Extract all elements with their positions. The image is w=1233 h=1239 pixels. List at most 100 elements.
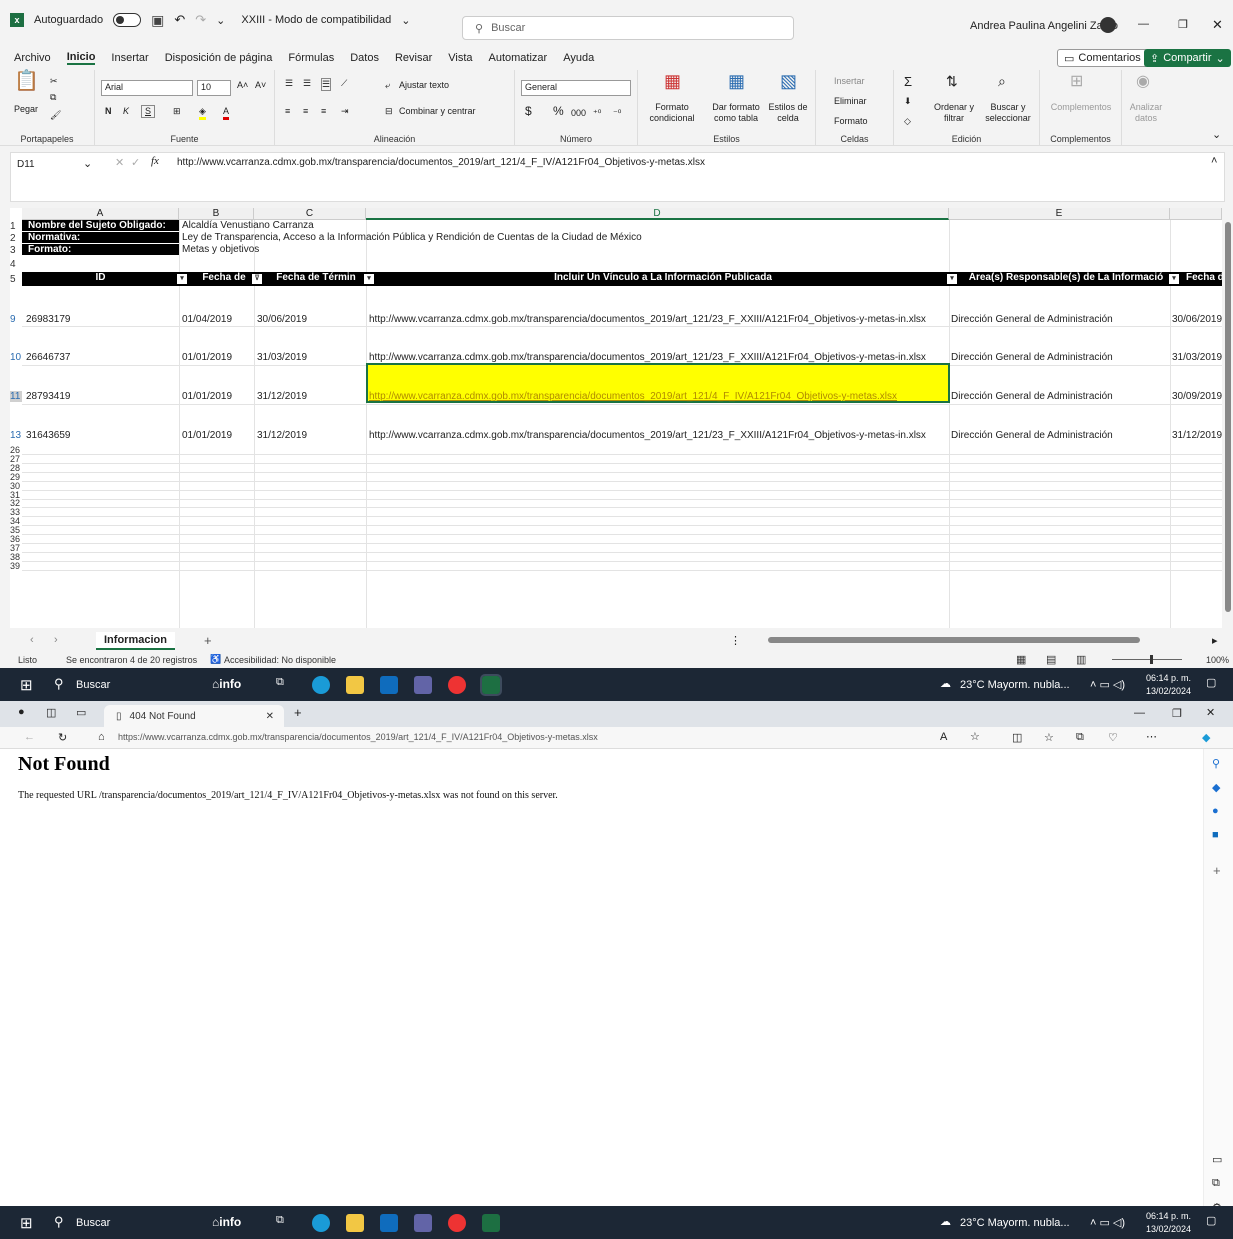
redo-icon[interactable]: ↷ (195, 12, 206, 28)
font-size-select[interactable]: 10 (197, 80, 231, 96)
taskbar-search[interactable]: Buscar (76, 679, 110, 691)
underline-icon[interactable]: S (141, 105, 156, 118)
browser-tab[interactable]: ▯ 404 Not Found ✕ (104, 705, 284, 727)
close-tab-icon[interactable]: ✕ (266, 711, 274, 722)
sheet-tab-informacion[interactable]: Informacion (96, 632, 175, 650)
sort-filter-button[interactable]: Ordenar y filtrar (932, 102, 976, 124)
save-icon[interactable]: ▣ (151, 12, 164, 29)
weather-text[interactable]: 23°C Mayorm. nubla... (960, 1217, 1070, 1229)
excel-icon[interactable] (480, 674, 502, 696)
cell-fecha-act[interactable]: 31/03/2019 (1172, 352, 1222, 363)
profile-icon[interactable]: ● (18, 706, 25, 718)
outlook-icon[interactable] (380, 676, 398, 694)
info-value[interactable]: Alcaldía Venustiano Carranza (182, 220, 314, 231)
taskbar-search[interactable]: Buscar (76, 1217, 110, 1229)
notifications-icon[interactable]: ▢ (1206, 676, 1216, 689)
paste-label[interactable]: Pegar (14, 104, 38, 115)
paste-icon[interactable]: 📋 (14, 71, 39, 91)
copy-icon[interactable]: ⧉ (50, 92, 56, 103)
edge-icon[interactable] (312, 676, 330, 694)
info-value[interactable]: Metas y objetivos (182, 244, 259, 255)
sort-filter-icon[interactable]: ⇅ (946, 74, 958, 88)
weather-icon[interactable]: ☁ (940, 677, 951, 690)
tab-datos[interactable]: Datos (350, 52, 379, 64)
restore-icon[interactable]: ❐ (1172, 707, 1182, 720)
cell-area[interactable]: Dirección General de Administración (951, 352, 1113, 363)
col-header-f[interactable] (1170, 208, 1222, 220)
tools-icon[interactable]: ● (1212, 805, 1219, 817)
header-area[interactable]: Área(s) Responsable(s) de La Informació (961, 272, 1171, 283)
scroll-right-icon[interactable]: ▸ (1212, 634, 1218, 647)
cell-fecha-act[interactable]: 30/06/2019 (1172, 314, 1222, 325)
addins-icon[interactable]: ⊞ (1070, 74, 1083, 90)
zoom-slider-thumb[interactable] (1150, 655, 1153, 664)
teams-icon[interactable] (414, 1214, 432, 1232)
scroll-thumb[interactable] (1225, 222, 1231, 612)
row-number[interactable]: 11 (10, 391, 22, 402)
expand-formula-icon[interactable]: ˄ (1211, 155, 1217, 167)
cell-area[interactable]: Dirección General de Administración (951, 314, 1113, 325)
align-right-icon[interactable]: ≡ (321, 106, 326, 117)
clock-date[interactable]: 13/02/2024 (1146, 686, 1191, 696)
info-label[interactable]: Formato: (22, 244, 179, 255)
close-icon[interactable]: ✕ (1212, 17, 1223, 33)
collapse-ribbon-icon[interactable]: ⌄ (1212, 128, 1221, 141)
orientation-icon[interactable]: ⟋ (341, 78, 347, 89)
shopping-icon[interactable]: ◆ (1212, 781, 1220, 794)
split-screen-icon[interactable]: ◫ (1012, 731, 1022, 744)
search-icon[interactable]: ⚲ (1212, 757, 1220, 770)
tray-icons[interactable]: ˄ ▭ ◁) (1090, 1216, 1125, 1229)
decrease-decimal-icon[interactable]: ⁻⁰ (613, 108, 621, 119)
teams-icon[interactable] (414, 676, 432, 694)
windows-start-icon[interactable]: ⊞ (20, 676, 33, 694)
info-app-icon[interactable]: ⌂info (212, 677, 241, 691)
percent-icon[interactable]: % (553, 105, 564, 117)
prev-sheet-icon[interactable]: ‹ (30, 634, 34, 646)
align-center-icon[interactable]: ≡ (303, 106, 308, 117)
customize-qat-icon[interactable]: ⌄ (216, 14, 225, 27)
font-select[interactable]: Arial (101, 80, 193, 96)
undo-icon[interactable]: ↶ (174, 12, 185, 28)
font-color-icon[interactable]: A (223, 106, 230, 120)
chrome-icon[interactable] (448, 676, 466, 694)
next-sheet-icon[interactable]: › (54, 634, 58, 646)
performance-icon[interactable]: ♡ (1108, 731, 1118, 744)
header-fecha-act[interactable]: Fecha de (1186, 272, 1222, 283)
filter-dropdown-icon[interactable]: ▾ (364, 274, 374, 284)
conditional-format-icon[interactable]: ▦ (664, 72, 681, 90)
format-table-icon[interactable]: ▦ (728, 72, 745, 90)
function-icon[interactable]: fx (151, 155, 159, 167)
italic-icon[interactable]: K (123, 106, 129, 117)
row-number[interactable]: 10 (10, 352, 22, 363)
merge-icon[interactable]: ⊟ (385, 106, 393, 117)
cell-fecha-act[interactable]: 31/12/2019 (1172, 430, 1222, 441)
zoom-level[interactable]: 100% (1206, 655, 1229, 665)
grow-font-icon[interactable]: A˄ (237, 80, 248, 91)
wrap-text-icon[interactable]: ⤶ (385, 80, 390, 91)
cell-id[interactable]: 31643659 (26, 430, 71, 441)
conditional-format-button[interactable]: Formato condicional (642, 102, 702, 124)
vertical-scrollbar[interactable] (1224, 208, 1232, 628)
indent-icon[interactable]: ⇥ (341, 106, 349, 117)
number-format-select[interactable]: General (521, 80, 631, 96)
tab-inicio[interactable]: Inicio (66, 51, 96, 65)
increase-decimal-icon[interactable]: ⁺⁰ (593, 108, 601, 119)
cancel-icon[interactable]: ✕ (115, 156, 124, 169)
clear-icon[interactable]: ◇ (904, 116, 911, 127)
col-header-b[interactable]: B (179, 208, 254, 220)
formula-input[interactable]: http://www.vcarranza.cdmx.gob.mx/transpa… (177, 157, 705, 168)
accessibility-icon[interactable]: ♿ (210, 654, 221, 665)
tray-icons[interactable]: ˄ ▭ ◁) (1090, 678, 1125, 691)
tab-actions-icon[interactable]: ▭ (76, 706, 86, 719)
cell-area[interactable]: Dirección General de Administración (951, 391, 1113, 402)
cell-vinculo[interactable]: http://www.vcarranza.cdmx.gob.mx/transpa… (369, 314, 947, 325)
spreadsheet-grid[interactable]: A B C D E 1 Nombre del Sujeto Obligado: … (10, 208, 1222, 628)
new-tab-icon[interactable]: + (294, 705, 302, 720)
copilot-icon[interactable]: ◆ (1202, 731, 1210, 744)
more-options-icon[interactable]: ⋮ (730, 634, 741, 647)
cell-fecha-termino[interactable]: 31/12/2019 (257, 391, 307, 402)
delete-cells-button[interactable]: Eliminar (834, 96, 867, 107)
bold-icon[interactable]: N (105, 106, 112, 117)
row-number[interactable]: 4 (10, 259, 22, 270)
col-header-c[interactable]: C (254, 208, 366, 220)
